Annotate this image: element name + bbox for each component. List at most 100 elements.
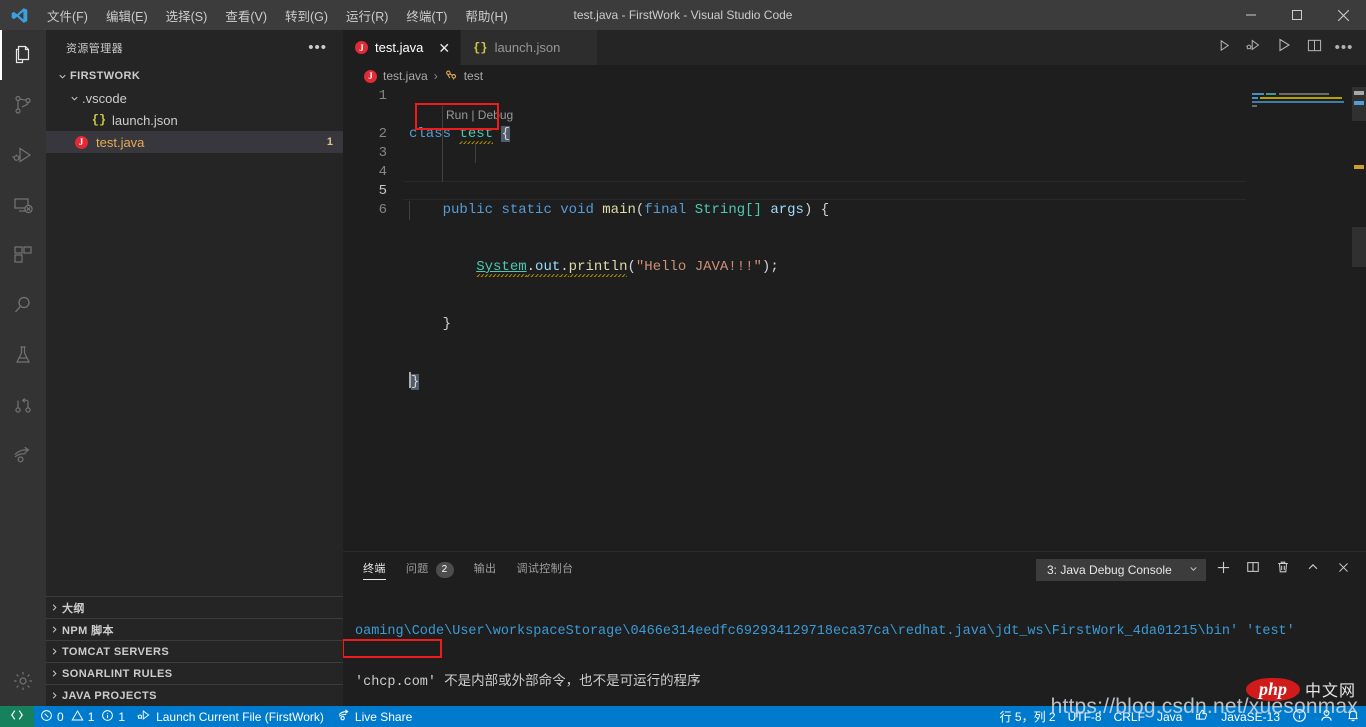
line-number: 2 bbox=[343, 106, 397, 144]
codelens-run-debug[interactable]: Run | Debug bbox=[443, 108, 516, 122]
panel-tab-debug-console[interactable]: 调试控制台 bbox=[516, 552, 573, 587]
activity-run-and-debug[interactable] bbox=[0, 130, 46, 180]
brace: { bbox=[501, 126, 509, 142]
activity-extensions[interactable] bbox=[0, 230, 46, 280]
status-launch-label: Launch Current File (FirstWork) bbox=[156, 710, 324, 724]
tree-item-launch-json[interactable]: {} launch.json bbox=[46, 109, 343, 131]
split-editor-icon bbox=[1307, 38, 1322, 58]
activity-testing[interactable] bbox=[0, 330, 46, 380]
menu-view[interactable]: 查看(V) bbox=[216, 2, 276, 29]
tree-item-label: launch.json bbox=[108, 113, 178, 128]
tab-label: test.java bbox=[375, 40, 423, 55]
sidebar-section-tomcat-servers[interactable]: TOMCAT SERVERS bbox=[46, 640, 343, 662]
kill-terminal-button[interactable] bbox=[1270, 557, 1296, 583]
chevron-up-icon bbox=[1306, 560, 1320, 579]
minimap[interactable] bbox=[1246, 87, 1352, 551]
sidebar-section-label: SONARLINT RULES bbox=[62, 668, 173, 680]
terminal-output[interactable]: oaming\Code\User\workspaceStorage\0466e3… bbox=[343, 587, 1366, 706]
keyword-void: void bbox=[560, 202, 594, 218]
sidebar-section-java-projects[interactable]: JAVA PROJECTS bbox=[46, 684, 343, 706]
annotation-box-hello-output bbox=[343, 639, 442, 658]
tree-item-vscode[interactable]: .vscode bbox=[46, 87, 343, 109]
new-terminal-button[interactable] bbox=[1210, 557, 1236, 583]
sidebar-section-sonarlint-rules[interactable]: SONARLINT RULES bbox=[46, 662, 343, 684]
activity-manage[interactable] bbox=[0, 656, 46, 706]
tree-item-test-java[interactable]: J test.java 1 bbox=[46, 131, 343, 153]
status-cursor-position[interactable]: 行 5，列 2 bbox=[994, 706, 1062, 727]
tab-launch-json[interactable]: {} launch.json ✕ bbox=[461, 30, 598, 65]
status-language-mode[interactable]: Java bbox=[1151, 706, 1188, 727]
split-terminal-button[interactable] bbox=[1240, 557, 1266, 583]
tab-close-icon[interactable]: ✕ bbox=[438, 41, 450, 55]
maximize-panel-button[interactable] bbox=[1300, 557, 1326, 583]
run-java-button[interactable] bbox=[1270, 33, 1298, 63]
string-literal: "Hello JAVA!!!" bbox=[636, 259, 762, 275]
panel-header: 终端 问题 2 输出 调试控制台 3: Java Debug Conso bbox=[343, 552, 1366, 587]
run-button[interactable] bbox=[1210, 33, 1238, 63]
activity-explorer[interactable] bbox=[0, 30, 46, 80]
menu-run[interactable]: 运行(R) bbox=[337, 2, 397, 29]
keyword-static: static bbox=[501, 202, 551, 218]
status-encoding[interactable]: UTF-8 bbox=[1062, 706, 1108, 727]
trash-icon bbox=[1276, 560, 1290, 579]
panel-tab-label: 终端 bbox=[363, 552, 386, 587]
status-feedback[interactable] bbox=[1188, 706, 1215, 727]
source-control-icon bbox=[11, 93, 35, 117]
menu-help[interactable]: 帮助(H) bbox=[456, 2, 516, 29]
info-count: 1 bbox=[118, 710, 125, 724]
terminal-selector[interactable]: 3: Java Debug Console bbox=[1036, 559, 1206, 581]
cursor-position-label: 行 5，列 2 bbox=[1000, 708, 1056, 725]
scrollbar-thumb[interactable] bbox=[1352, 227, 1366, 267]
status-problems[interactable]: 0 1 1 bbox=[34, 706, 131, 727]
thumbsup-icon bbox=[1194, 708, 1209, 725]
minimize-button[interactable] bbox=[1228, 0, 1274, 30]
encoding-label: UTF-8 bbox=[1068, 710, 1102, 724]
status-info[interactable] bbox=[1286, 706, 1313, 727]
panel-tab-terminal[interactable]: 终端 bbox=[363, 552, 386, 587]
minimap-line bbox=[1266, 93, 1276, 95]
menu-selection[interactable]: 选择(S) bbox=[157, 2, 217, 29]
breadcrumb-file[interactable]: test.java bbox=[383, 69, 428, 83]
activity-remote-explorer[interactable] bbox=[0, 180, 46, 230]
brace: { bbox=[821, 202, 829, 218]
panel-tab-output[interactable]: 输出 bbox=[474, 552, 497, 587]
overview-mark bbox=[1354, 91, 1364, 95]
breadcrumb-symbol[interactable]: test bbox=[464, 69, 483, 83]
more-actions-button[interactable]: ••• bbox=[1330, 33, 1358, 63]
code-line-3: System.out.println("Hello JAVA!!!"); bbox=[409, 258, 1246, 277]
status-java-runtime[interactable]: JavaSE-13 bbox=[1215, 706, 1286, 727]
sidebar-header: 资源管理器 ••• bbox=[46, 30, 343, 65]
tab-test-java[interactable]: J test.java ✕ bbox=[343, 30, 461, 65]
overview-ruler[interactable] bbox=[1352, 87, 1366, 551]
close-button[interactable] bbox=[1320, 0, 1366, 30]
json-file-icon: {} bbox=[90, 113, 108, 127]
param-type: String[] bbox=[695, 202, 762, 218]
menu-terminal[interactable]: 终端(T) bbox=[397, 2, 456, 29]
code-line-2: public static void main(final String[] a… bbox=[409, 182, 1246, 220]
activity-search[interactable] bbox=[0, 280, 46, 330]
sidebar-more-icon[interactable]: ••• bbox=[308, 43, 335, 53]
tree-item-label: test.java bbox=[90, 135, 144, 150]
menu-file[interactable]: 文件(F) bbox=[38, 2, 97, 29]
activity-live-share[interactable] bbox=[0, 430, 46, 480]
status-accounts[interactable] bbox=[1313, 706, 1340, 727]
chevron-right-icon bbox=[46, 646, 62, 657]
split-editor-button[interactable] bbox=[1300, 33, 1328, 63]
close-panel-button[interactable] bbox=[1330, 557, 1356, 583]
status-launch-config[interactable]: Launch Current File (FirstWork) bbox=[131, 706, 330, 727]
status-live-share[interactable]: Live Share bbox=[330, 706, 418, 727]
sidebar-section-outline[interactable]: 大纲 bbox=[46, 596, 343, 618]
tree-item-firstwork[interactable]: FIRSTWORK bbox=[46, 65, 343, 87]
menu-go[interactable]: 转到(G) bbox=[276, 2, 337, 29]
remote-indicator[interactable] bbox=[0, 706, 34, 727]
status-eol[interactable]: CRLF bbox=[1108, 706, 1151, 727]
sidebar-section-npm-scripts[interactable]: NPM 脚本 bbox=[46, 618, 343, 640]
debug-button[interactable] bbox=[1240, 33, 1268, 63]
maximize-button[interactable] bbox=[1274, 0, 1320, 30]
panel-tab-problems[interactable]: 问题 2 bbox=[406, 552, 454, 587]
status-notifications[interactable] bbox=[1340, 706, 1366, 727]
activity-source-control[interactable] bbox=[0, 80, 46, 130]
activity-pull-requests[interactable] bbox=[0, 380, 46, 430]
menu-edit[interactable]: 编辑(E) bbox=[97, 2, 157, 29]
code-editor[interactable]: 1 2 3 4 5 6 class test { bbox=[343, 87, 1246, 551]
